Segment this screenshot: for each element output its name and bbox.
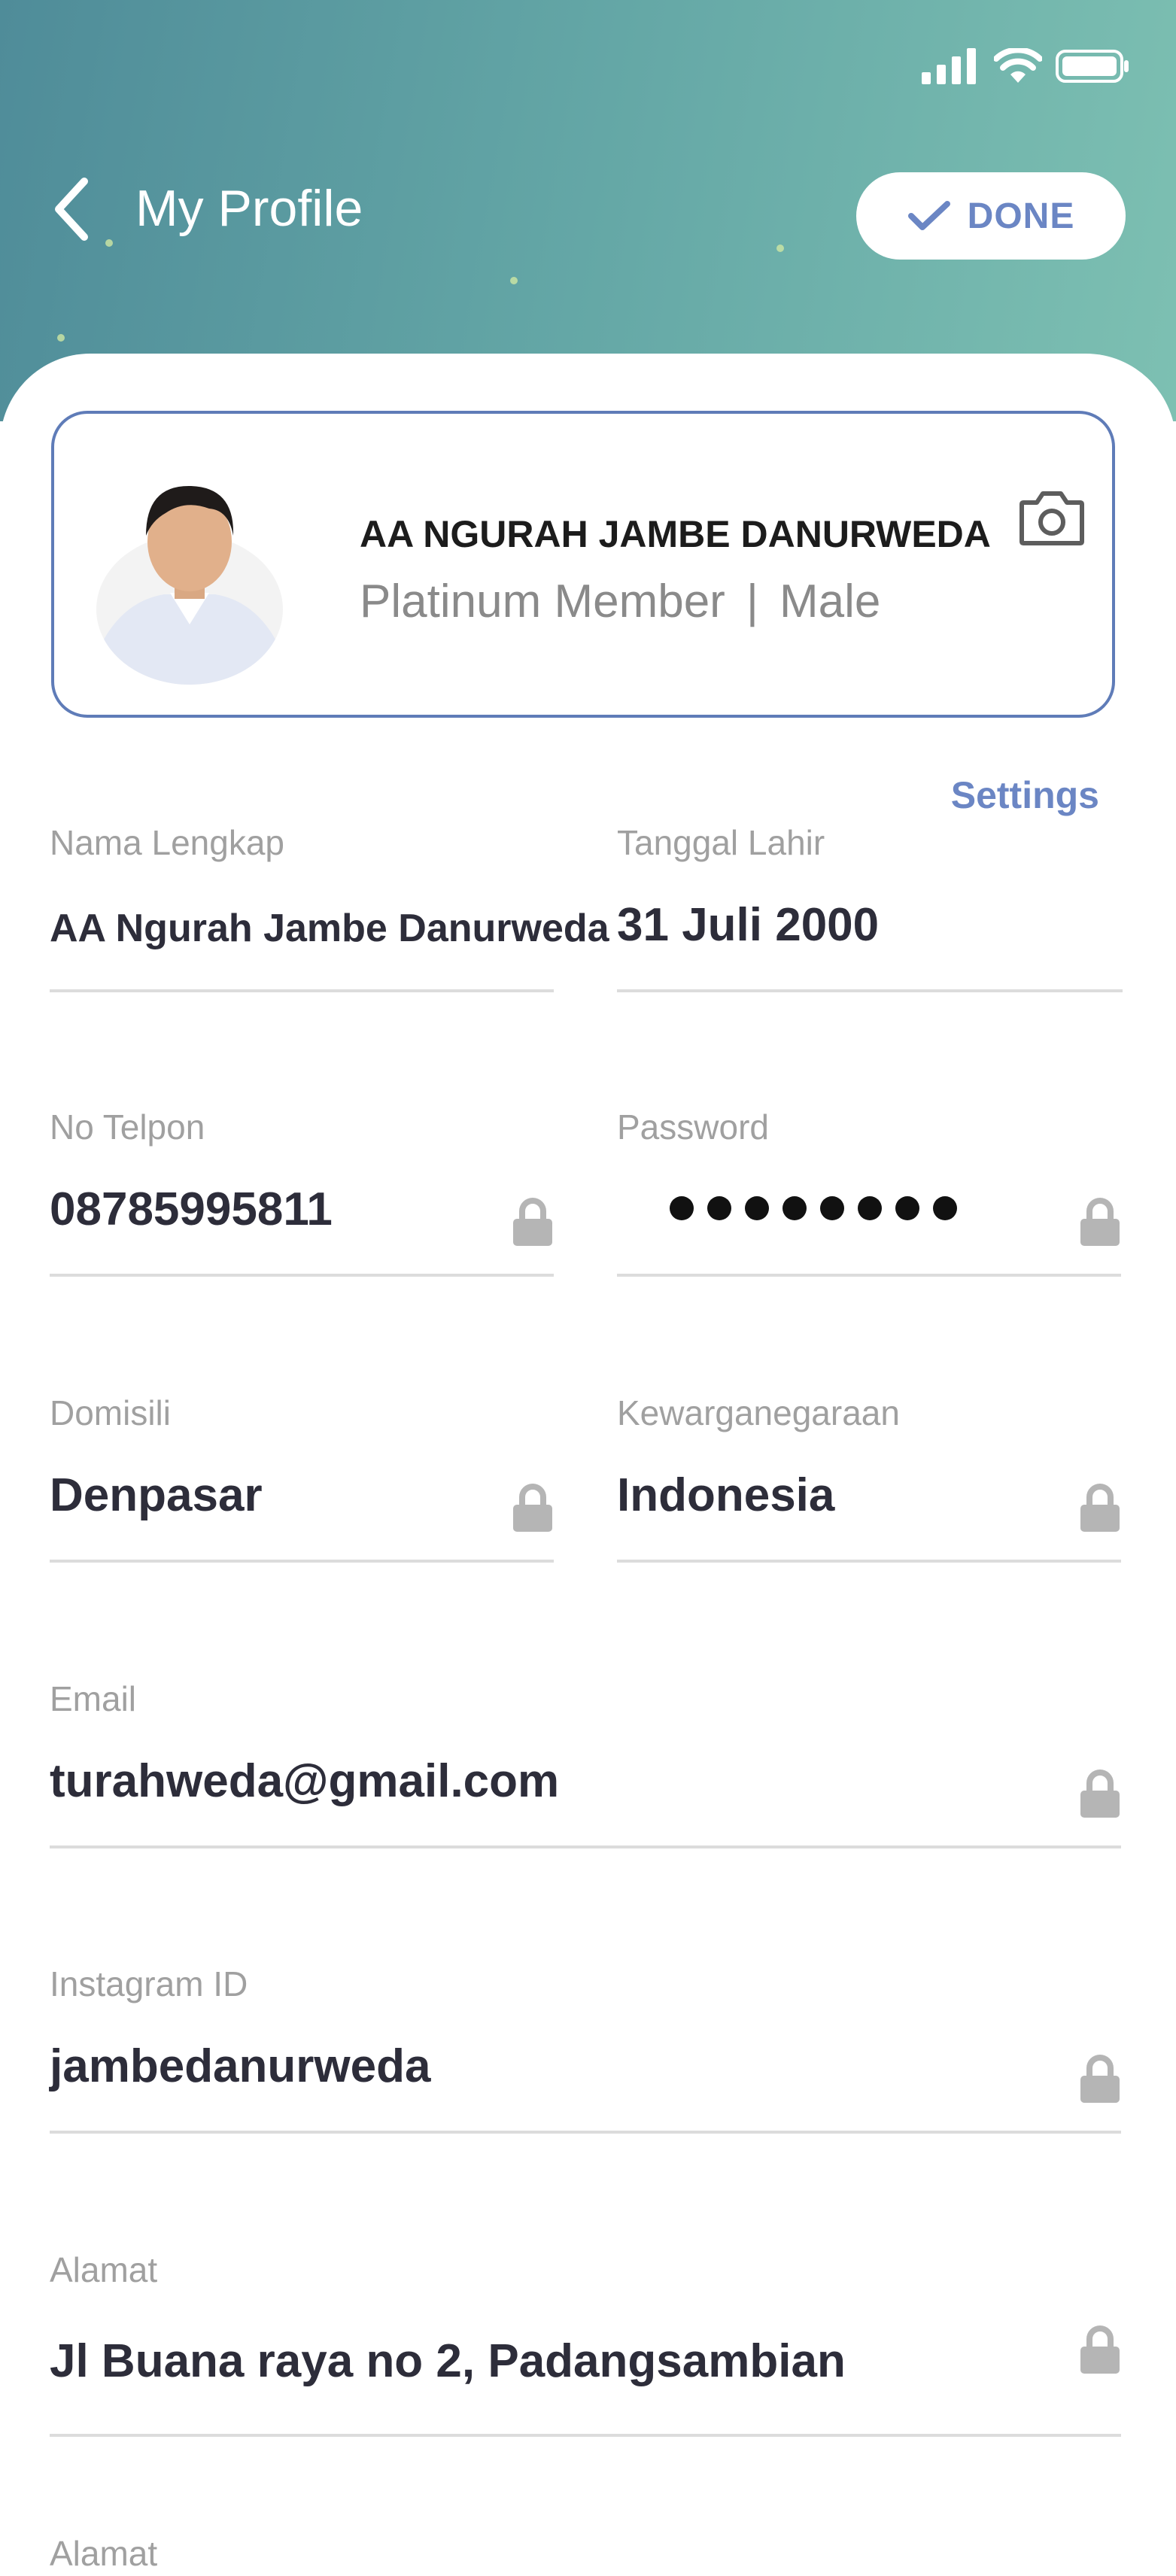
field-value[interactable]: AA Ngurah Jambe Danurweda xyxy=(50,898,609,958)
field-value[interactable]: 31 Juli 2000 xyxy=(617,895,879,955)
field-birth-date[interactable]: Tanggal Lahir 31 Juli 2000 xyxy=(617,820,1123,1008)
lock-icon xyxy=(1080,2055,1120,2103)
field-label: No Telpon xyxy=(50,1107,205,1147)
field-citizenship[interactable]: Kewarganegaraan Indonesia xyxy=(617,1390,1121,1578)
field-underline xyxy=(50,1274,554,1277)
field-underline xyxy=(50,1845,1121,1848)
field-email[interactable]: Email turahweda@gmail.com xyxy=(50,1676,1121,1864)
field-address[interactable]: Alamat Jl Buana raya no 2, Padangsambian xyxy=(50,2247,1121,2437)
back-arrow-icon[interactable] xyxy=(50,175,95,243)
avatar[interactable] xyxy=(96,466,283,685)
gender: Male xyxy=(779,576,881,627)
lock-icon xyxy=(513,1484,552,1532)
field-value[interactable]: Denpasar xyxy=(50,1466,263,1526)
field-phone[interactable]: No Telpon 08785995811 xyxy=(50,1104,554,1293)
decor-dot xyxy=(105,239,113,247)
checkmark-icon xyxy=(907,201,950,230)
decor-dot xyxy=(776,245,784,252)
field-underline xyxy=(617,1560,1121,1563)
battery-icon xyxy=(1056,50,1129,83)
page-title: My Profile xyxy=(135,180,363,237)
field-instagram[interactable]: Instagram ID jambedanurweda xyxy=(50,1961,1121,2149)
field-value[interactable]: Jl Buana raya no 2, Padangsambian xyxy=(50,2331,846,2392)
field-label: Tanggal Lahir xyxy=(617,823,825,862)
field-label: Email xyxy=(50,1679,137,1718)
field-password[interactable]: Password xyxy=(617,1104,1121,1293)
field-underline xyxy=(50,989,554,992)
field-underline xyxy=(617,1274,1121,1277)
field-label: Password xyxy=(617,1107,769,1147)
signal-icon xyxy=(922,48,976,84)
separator: | xyxy=(746,576,758,627)
lock-icon xyxy=(1080,1769,1120,1818)
wifi-icon xyxy=(994,48,1042,83)
field-underline xyxy=(50,2434,1121,2437)
field-value[interactable]: Indonesia xyxy=(617,1466,834,1526)
field-value[interactable]: jambedanurweda xyxy=(50,2037,430,2097)
profile-name: AA NGURAH JAMBE DANURWEDA xyxy=(360,513,991,555)
lock-icon xyxy=(513,1198,552,1246)
field-label: Kewarganegaraan xyxy=(617,1393,900,1432)
field-label: Domisili xyxy=(50,1393,171,1432)
field-label: Alamat xyxy=(50,2250,158,2289)
decor-dot xyxy=(510,277,518,284)
done-label: DONE xyxy=(967,196,1075,236)
field-full-name[interactable]: Nama Lengkap AA Ngurah Jambe Danurweda xyxy=(50,820,609,1008)
status-bar xyxy=(922,45,1129,87)
settings-link[interactable]: Settings xyxy=(951,769,1099,822)
field-label: Nama Lengkap xyxy=(50,823,284,862)
field-label: Instagram ID xyxy=(50,1964,248,2003)
field-value[interactable]: turahweda@gmail.com xyxy=(50,1751,559,1812)
decor-dot xyxy=(57,334,65,342)
field-domicile[interactable]: Domisili Denpasar xyxy=(50,1390,554,1578)
field-underline xyxy=(50,1560,554,1563)
field-underline xyxy=(617,989,1123,992)
done-button[interactable]: DONE xyxy=(856,172,1126,260)
field-underline xyxy=(50,2131,1121,2134)
password-mask[interactable] xyxy=(670,1196,957,1220)
camera-icon[interactable] xyxy=(1019,489,1085,546)
profile-subtitle: Platinum Member | Male xyxy=(360,570,880,633)
membership-tier: Platinum Member xyxy=(360,576,725,627)
lock-icon xyxy=(1080,2325,1120,2374)
lock-icon xyxy=(1080,1198,1120,1246)
field-value[interactable]: 08785995811 xyxy=(50,1180,333,1240)
field-label-partial: Alamat xyxy=(50,2534,158,2573)
lock-icon xyxy=(1080,1484,1120,1532)
